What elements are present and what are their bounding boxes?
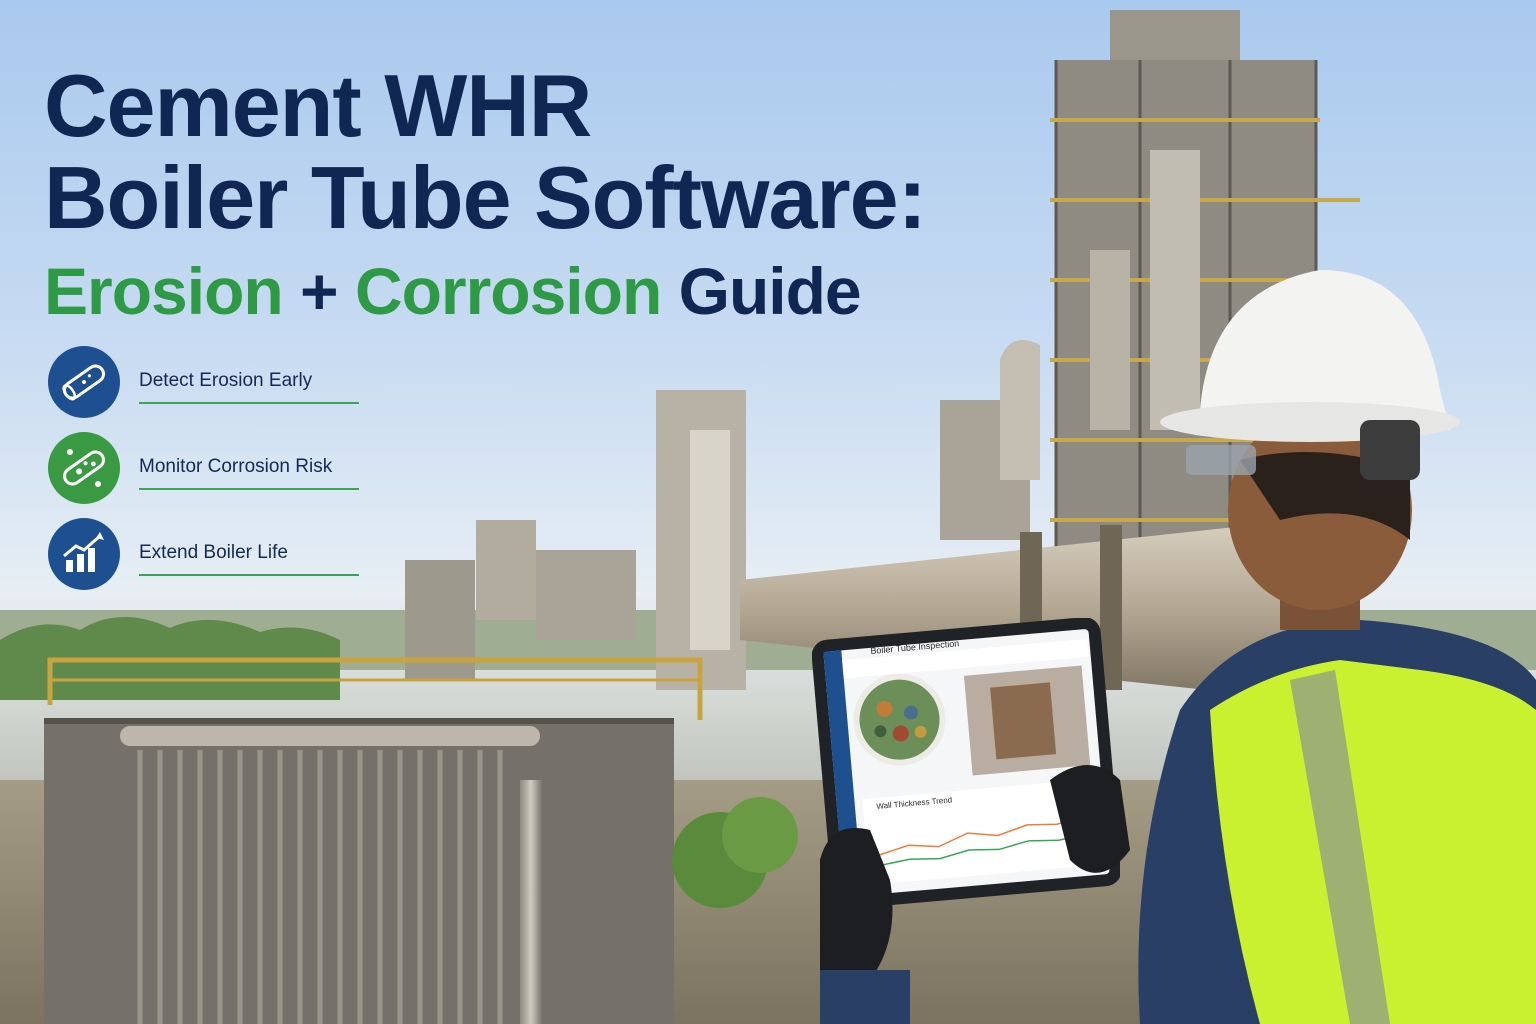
headline: Cement WHR Boiler Tube Software: Erosion… <box>44 60 1044 332</box>
headline-plus: + <box>300 254 339 328</box>
gloved-hands <box>820 765 1130 1024</box>
scene: Boiler Tube Inspection Wall Thickness Tr… <box>0 0 1536 1024</box>
feature-underline <box>139 488 359 490</box>
feature-item-extend-life: Extend Boiler Life <box>48 518 388 604</box>
feature-label: Extend Boiler Life <box>139 542 288 563</box>
corroded-pipe-icon <box>48 432 120 504</box>
headline-corrosion: Corrosion <box>354 254 662 328</box>
headline-line-3: Erosion + Corrosion Guide <box>44 250 1044 332</box>
feature-item-monitor-corrosion: Monitor Corrosion Risk <box>48 432 388 518</box>
worker-figure <box>1138 270 1536 1024</box>
feature-list: Detect Erosion Early Monitor Corrosion R… <box>48 346 388 604</box>
feature-label: Monitor Corrosion Risk <box>139 456 333 477</box>
pipe-icon <box>48 346 120 418</box>
headline-line-2: Boiler Tube Software: <box>44 148 927 247</box>
growth-chart-icon <box>48 518 120 590</box>
feature-label: Detect Erosion Early <box>139 370 313 391</box>
feature-underline <box>139 402 359 404</box>
headline-guide: Guide <box>678 254 862 328</box>
feature-item-detect-erosion: Detect Erosion Early <box>48 346 388 432</box>
headline-line-1: Cement WHR <box>44 56 592 155</box>
boiler-module <box>44 657 703 1024</box>
headline-erosion: Erosion <box>44 254 284 328</box>
safety-glasses <box>1186 445 1256 475</box>
feature-underline <box>139 574 359 576</box>
